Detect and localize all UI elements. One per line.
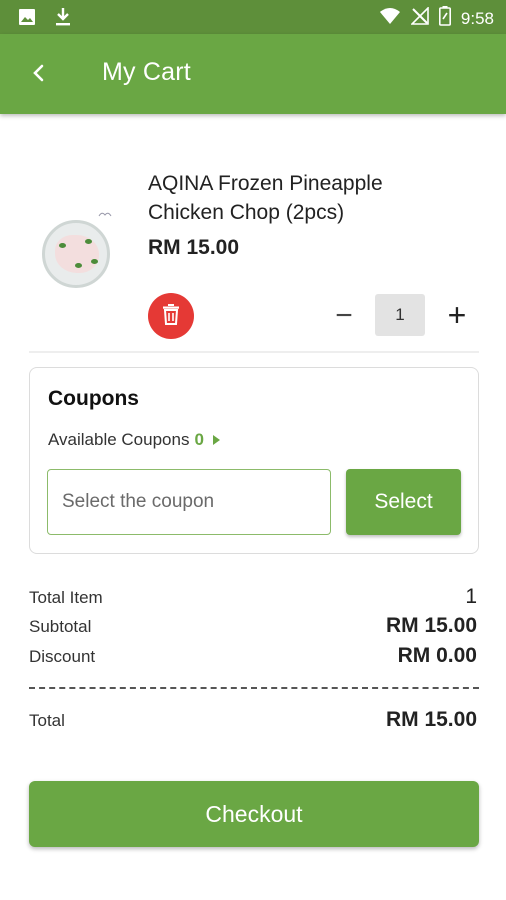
summary-divider <box>29 687 479 689</box>
image-icon <box>18 8 36 31</box>
decrease-quantity-button[interactable]: − <box>326 298 362 334</box>
coupons-card: Coupons Available Coupons 0 Select <box>29 367 479 554</box>
subtotal-value: RM 15.00 <box>385 614 477 637</box>
caret-right-icon <box>212 435 220 445</box>
subtotal-label: Subtotal <box>29 617 92 636</box>
product-name-line2: Chicken Chop (2pcs) <box>148 201 345 224</box>
total-label: Total <box>29 711 65 730</box>
product-price: RM 15.00 <box>148 236 240 259</box>
discount-label: Discount <box>29 647 96 666</box>
page-title: My Cart <box>102 58 191 86</box>
coupons-title: Coupons <box>48 387 139 410</box>
product-name-line1: AQINA Frozen Pineapple <box>148 172 383 195</box>
battery-icon <box>438 6 451 31</box>
download-icon <box>54 7 72 32</box>
coupon-input[interactable] <box>47 469 331 535</box>
total-item-value: 1 <box>465 585 477 608</box>
increase-quantity-button[interactable]: + <box>438 296 476 334</box>
discount-value: RM 0.00 <box>397 644 477 667</box>
trash-icon <box>161 303 181 330</box>
available-coupons-label: Available Coupons <box>48 430 190 449</box>
checkout-button[interactable]: Checkout <box>29 781 479 847</box>
total-item-label: Total Item <box>29 588 103 607</box>
wifi-icon <box>379 7 401 30</box>
status-time: 9:58 <box>460 8 494 28</box>
product-brand-mark <box>98 210 112 220</box>
quantity-value: 1 <box>375 294 425 336</box>
status-bar: 9:58 <box>0 0 506 34</box>
divider <box>29 351 479 353</box>
app-bar: My Cart <box>0 34 506 114</box>
status-right: 9:58 <box>379 6 494 31</box>
total-value: RM 15.00 <box>385 708 477 731</box>
available-coupons-count: 0 <box>194 430 204 449</box>
back-button[interactable] <box>22 58 56 92</box>
no-signal-icon <box>409 6 429 30</box>
chevron-left-icon <box>31 64 47 87</box>
status-left <box>18 7 72 32</box>
delete-item-button[interactable] <box>148 293 194 339</box>
select-coupon-button[interactable]: Select <box>346 469 461 535</box>
product-image <box>42 220 110 288</box>
product-name: AQINA Frozen Pineapple Chicken Chop (2pc… <box>148 169 448 227</box>
available-coupons-link[interactable]: Available Coupons 0 <box>48 430 220 450</box>
